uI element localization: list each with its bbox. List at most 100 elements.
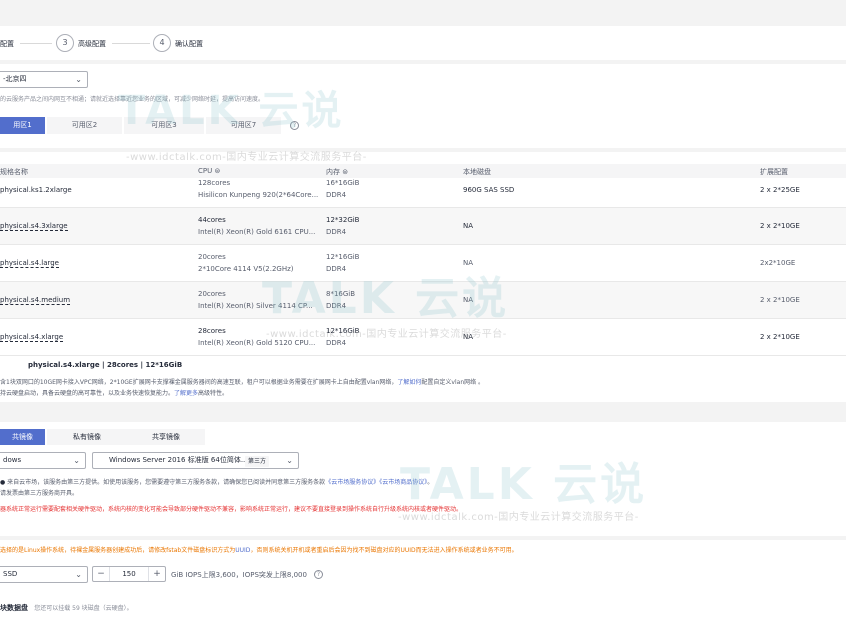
cpu-model: Intel(R) Xeon(R) Gold 6161 CPU... <box>198 228 316 236</box>
memory-size: 16*16GiB <box>326 179 360 187</box>
memory-size: 12*16GiB <box>326 327 360 335</box>
header-local-disk: 本地磁盘 <box>463 168 491 176</box>
image-version-value: Windows Server 2016 标准版 64位简体... <box>109 456 248 464</box>
az-tab-7[interactable]: 可用区7 <box>206 117 281 134</box>
linux-uuid-warning: 选择的是Linux操作系统，待裸金属服务器创建成功后，请修改fstab文件磁盘标… <box>0 547 518 554</box>
cpu-cores: 28cores <box>198 327 226 335</box>
step-4-circle: 4 <box>153 34 171 52</box>
learn-vlan-link[interactable]: 了解如何 <box>397 379 421 386</box>
wizard-steps: 配置 3 高级配置 4 确认配置 <box>0 26 846 60</box>
flavor-name[interactable]: physical.s4.large <box>0 259 59 268</box>
local-disk: NA <box>463 296 474 304</box>
product-agreement-link[interactable]: 《云市场商品协议》 <box>379 479 427 486</box>
decrease-button[interactable]: − <box>93 567 110 581</box>
az-tab-3[interactable]: 可用区3 <box>124 117 204 134</box>
disk-size-input[interactable]: 150 <box>110 567 148 581</box>
flavor-name[interactable]: physical.s4.xlarge <box>0 333 64 342</box>
disk-section: 选择的是Linux操作系统，待裸金属服务器创建成功后，请修改fstab文件磁盘标… <box>0 540 846 634</box>
cpu-cores: 20cores <box>198 290 226 298</box>
cpu-cores: 44cores <box>198 216 226 224</box>
table-row[interactable]: physical.s4.large 20cores 2*10Core 4114 … <box>0 245 846 282</box>
local-disk: 960G SAS SSD <box>463 186 515 194</box>
table-row[interactable]: physical.s4.3xlarge 44cores Intel(R) Xeo… <box>0 208 846 245</box>
cpu-model: Hisilicon Kunpeng 920(2*64Core... <box>198 191 319 199</box>
local-disk: NA <box>463 333 474 341</box>
ext-config: 2 x 2*10GE <box>760 222 800 230</box>
disk-type-value: SSD <box>3 570 18 578</box>
header-cpu[interactable]: CPU ⊜ <box>198 167 220 175</box>
region-hint: 的云服务产品之间内网互不相通；请就近选择靠近您业务的区域，可减少网络时延，提高访… <box>0 96 265 103</box>
memory-type: DDR4 <box>326 302 347 310</box>
ext-config: 2x2*10GE <box>760 259 796 267</box>
learn-more-link[interactable]: 了解更多 <box>174 390 198 397</box>
chevron-down-icon: ⌄ <box>75 75 82 84</box>
flavor-section: 规格名称 CPU ⊜ 内存 ⊜ 本地磁盘 扩展配置 physical.ks1.2… <box>0 152 846 402</box>
chevron-down-icon: ⌄ <box>286 456 293 465</box>
memory-size: 12*16GiB <box>326 253 360 261</box>
add-data-disk-row: 块数据盘 您还可以挂载 59 块磁盘（云硬盘）。 <box>0 603 133 613</box>
cpu-cores: 20cores <box>198 253 226 261</box>
os-select[interactable]: dows ⌄ <box>0 452 86 469</box>
step-connector <box>20 43 52 44</box>
selected-flavor-summary: physical.s4.xlarge | 28cores | 12*16GiB <box>28 361 183 369</box>
flavor-desc-network: 含1块双网口的10GE网卡接入VPC网络，2*10GE扩展网卡支撑裸金属服务器间… <box>0 379 485 386</box>
cpu-model: Intel(R) Xeon(R) Silver 4114 CP... <box>198 302 313 310</box>
chevron-down-icon: ⌄ <box>75 570 82 579</box>
table-row[interactable]: physical.s4.medium 20cores Intel(R) Xeon… <box>0 282 846 319</box>
disk-size-stepper: − 150 + <box>92 566 166 582</box>
help-icon[interactable]: ? <box>314 570 323 579</box>
region-section: -北京四 ⌄ 的云服务产品之间内网互不相通；请就近选择靠近您业务的区域，可减少网… <box>0 64 846 148</box>
help-icon[interactable]: ? <box>290 121 299 130</box>
memory-size: 12*32GiB <box>326 216 360 224</box>
invoice-notice: 请发票由第三方服务商开具。 <box>0 490 79 497</box>
step-label-confirm: 确认配置 <box>175 40 203 48</box>
memory-type: DDR4 <box>326 265 347 273</box>
third-party-tag: 第三方 <box>245 456 270 467</box>
step-label-advanced: 高级配置 <box>78 40 106 48</box>
memory-size: 8*16GiB <box>326 290 356 298</box>
memory-type: DDR4 <box>326 191 347 199</box>
region-select-value: -北京四 <box>3 75 27 83</box>
az-tab-2[interactable]: 可用区2 <box>47 117 122 134</box>
os-select-value: dows <box>3 456 22 464</box>
local-disk: NA <box>463 222 474 230</box>
flavor-desc-evs: 持云硬盘启动，具备云硬盘的高可靠性，以及业务快速恢复能力。了解更多高级特性。 <box>0 390 229 397</box>
disk-iops-info: GiB IOPS上限3,600，IOPS突发上限8,000 <box>171 571 307 579</box>
add-disk-hint: 您还可以挂载 59 块磁盘（云硬盘）。 <box>34 605 133 612</box>
local-disk: NA <box>463 259 474 267</box>
header-ext-config: 扩展配置 <box>760 168 788 176</box>
flavor-name[interactable]: physical.ks1.2xlarge <box>0 186 72 194</box>
ext-config: 2 x 2*10GE <box>760 333 800 341</box>
third-party-notice: ● 来自云市场，该服务由第三方提供。如使用该服务，您需要遵守第三方服务条款，请确… <box>0 479 434 486</box>
ext-config: 2 x 2*10GE <box>760 296 800 304</box>
image-version-select[interactable]: Windows Server 2016 标准版 64位简体... 第三方 ⌄ <box>92 452 299 469</box>
header-memory[interactable]: 内存 ⊜ <box>326 167 348 177</box>
step-connector <box>112 43 150 44</box>
tab-private-image[interactable]: 私有镜像 <box>47 429 127 445</box>
cloud-market-agreement-link[interactable]: 《云市场服务协议》 <box>325 479 379 486</box>
disk-type-select[interactable]: SSD ⌄ <box>0 566 88 583</box>
memory-type: DDR4 <box>326 228 347 236</box>
flavor-name[interactable]: physical.s4.medium <box>0 296 71 305</box>
flavor-name[interactable]: physical.s4.3xlarge <box>0 222 68 231</box>
flavor-table-header: 规格名称 CPU ⊜ 内存 ⊜ 本地磁盘 扩展配置 <box>0 164 846 178</box>
tab-shared-image[interactable]: 共享镜像 <box>127 429 205 445</box>
az-tab-1[interactable]: 用区1 <box>0 117 45 134</box>
memory-type: DDR4 <box>326 339 347 347</box>
tab-public-image[interactable]: 共镜像 <box>0 429 45 445</box>
region-select[interactable]: -北京四 ⌄ <box>0 71 88 88</box>
cpu-model: 2*10Core 4114 V5(2.2GHz) <box>198 265 294 273</box>
ext-config: 2 x 2*25GE <box>760 186 800 194</box>
step-label-config: 配置 <box>0 40 14 48</box>
table-row[interactable]: physical.ks1.2xlarge 128cores Hisilicon … <box>0 178 846 208</box>
cpu-model: Intel(R) Xeon(R) Gold 5120 CPU... <box>198 339 316 347</box>
info-dot-icon: ● <box>0 479 6 486</box>
add-data-disk-button[interactable]: 块数据盘 <box>0 604 28 612</box>
increase-button[interactable]: + <box>148 567 165 581</box>
uuid-link[interactable]: UUID <box>235 547 250 554</box>
image-section: 共镜像 私有镜像 共享镜像 dows ⌄ Windows Server 2016… <box>0 422 846 536</box>
table-row-selected[interactable]: physical.s4.xlarge 28cores Intel(R) Xeon… <box>0 319 846 356</box>
step-3-circle: 3 <box>56 34 74 52</box>
driver-warning: 器系统正常运行需要配套相关硬件驱动，系统内核的变化可能会导致部分硬件驱动不兼容，… <box>0 506 463 513</box>
cpu-cores: 128cores <box>198 179 231 187</box>
